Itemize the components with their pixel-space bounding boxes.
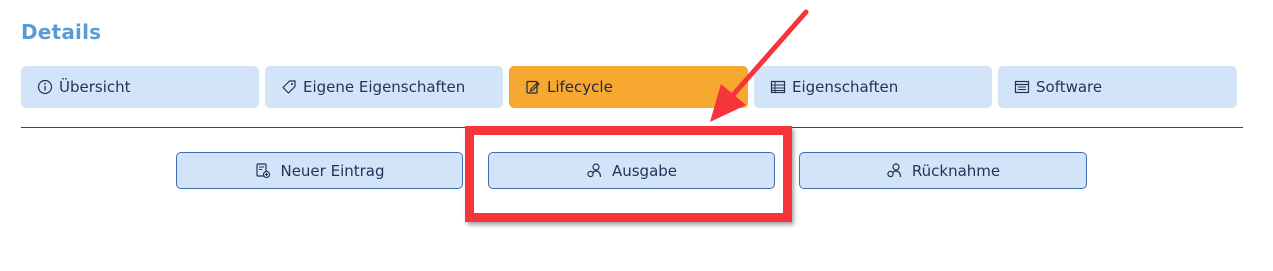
- tab-label: Eigenschaften: [792, 78, 899, 96]
- tab-label: Übersicht: [59, 78, 131, 96]
- tab-eigenschaften[interactable]: Eigenschaften: [754, 66, 992, 108]
- action-label: Neuer Eintrag: [280, 161, 385, 180]
- details-heading: Details: [21, 20, 102, 44]
- tab-label: Lifecycle: [547, 78, 613, 96]
- new-entry-button[interactable]: Neuer Eintrag: [176, 152, 463, 189]
- action-label: Rücknahme: [911, 161, 1001, 180]
- tab-uebersicht[interactable]: Übersicht: [21, 66, 259, 108]
- highlight-box: [465, 126, 792, 222]
- ruecknahme-button[interactable]: Rücknahme: [799, 152, 1087, 189]
- tab-lifecycle[interactable]: Lifecycle: [509, 66, 748, 108]
- tag-icon: [281, 79, 297, 95]
- tab-software[interactable]: Software: [998, 66, 1237, 108]
- tab-label: Eigene Eigenschaften: [303, 78, 466, 96]
- info-circle-icon: [37, 79, 53, 95]
- tab-eigene-eigenschaften[interactable]: Eigene Eigenschaften: [265, 66, 503, 108]
- new-entry-icon: [254, 162, 271, 179]
- user-return-icon: [886, 162, 903, 179]
- list-window-icon: [1014, 79, 1030, 95]
- table-icon: [770, 79, 786, 95]
- edit-note-icon: [525, 79, 541, 95]
- tab-label: Software: [1036, 78, 1103, 96]
